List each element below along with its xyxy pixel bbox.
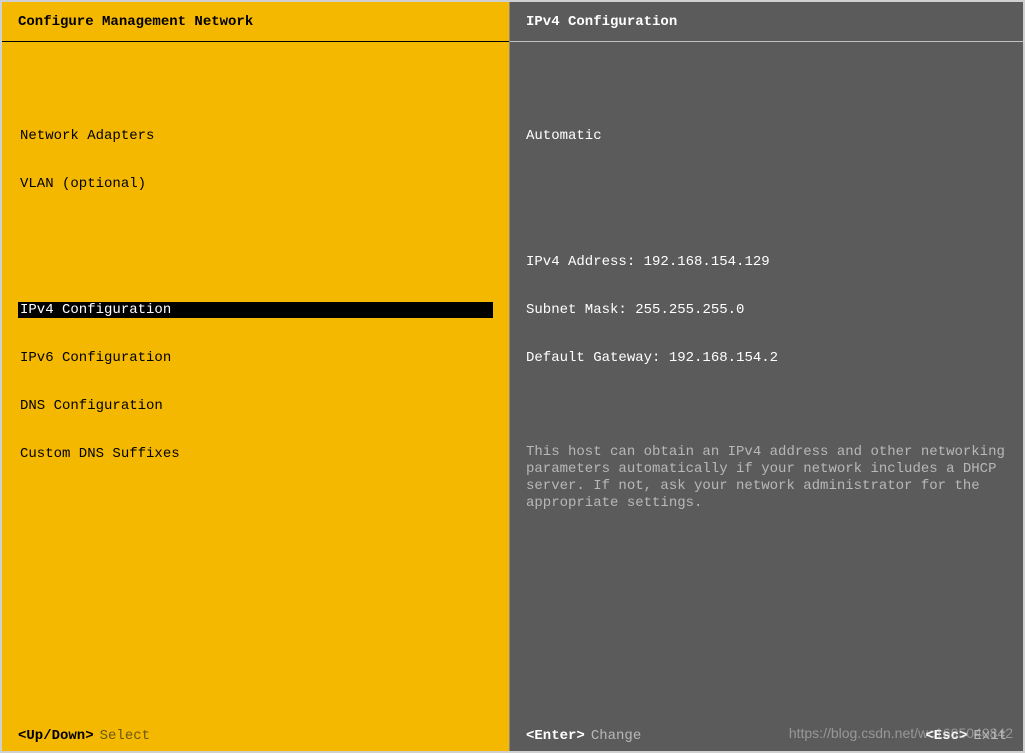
ipv4-line: IPv4 Address: 192.168.154.129	[526, 254, 1007, 270]
menu-item-custom-dns-suffixes[interactable]: Custom DNS Suffixes	[18, 446, 493, 462]
right-body: Automatic IPv4 Address: 192.168.154.129 …	[510, 42, 1023, 721]
address-block: IPv4 Address: 192.168.154.129 Subnet Mas…	[526, 222, 1007, 398]
mode-value: Automatic	[526, 128, 1007, 144]
footer-enter-key[interactable]: <Enter>	[526, 728, 585, 744]
menu-item-network-adapters[interactable]: Network Adapters	[18, 128, 493, 144]
dcui-screen: Configure Management Network Network Ada…	[0, 0, 1025, 753]
menu-item-ipv4-config[interactable]: IPv4 Configuration	[18, 302, 493, 318]
right-pane: IPv4 Configuration Automatic IPv4 Addres…	[510, 2, 1023, 751]
footer-updown-key: <Up/Down>	[18, 728, 94, 744]
mask-value: 255.255.255.0	[635, 302, 744, 318]
left-footer: <Up/Down> Select	[2, 721, 509, 751]
left-title-bar: Configure Management Network	[2, 2, 509, 42]
right-footer: <Enter> Change <Esc> Exit	[510, 721, 1023, 751]
left-body: Network Adapters VLAN (optional) IPv4 Co…	[2, 42, 509, 721]
mode-block: Automatic	[526, 96, 1007, 176]
menu-item-ipv6-config[interactable]: IPv6 Configuration	[18, 350, 493, 366]
right-title: IPv4 Configuration	[526, 14, 677, 30]
footer-enter-label: Change	[591, 728, 641, 744]
footer-updown-label: Select	[100, 728, 150, 744]
menu-item-dns-config[interactable]: DNS Configuration	[18, 398, 493, 414]
footer-esc-key[interactable]: <Esc>	[925, 728, 967, 744]
gw-line: Default Gateway: 192.168.154.2	[526, 350, 1007, 366]
mask-label: Subnet Mask:	[526, 302, 627, 318]
ipv4-value: 192.168.154.129	[644, 254, 770, 270]
help-text: This host can obtain an IPv4 address and…	[526, 444, 1006, 512]
ipv4-label: IPv4 Address:	[526, 254, 635, 270]
menu-group-1: Network Adapters VLAN (optional)	[18, 96, 493, 224]
gw-value: 192.168.154.2	[669, 350, 778, 366]
right-title-bar: IPv4 Configuration	[510, 2, 1023, 42]
menu-group-2: IPv4 Configuration IPv6 Configuration DN…	[18, 270, 493, 494]
menu-item-vlan[interactable]: VLAN (optional)	[18, 176, 493, 192]
footer-esc-label: Exit	[973, 728, 1007, 744]
gw-label: Default Gateway:	[526, 350, 660, 366]
left-title: Configure Management Network	[18, 14, 253, 30]
mask-line: Subnet Mask: 255.255.255.0	[526, 302, 1007, 318]
left-pane: Configure Management Network Network Ada…	[2, 2, 510, 751]
